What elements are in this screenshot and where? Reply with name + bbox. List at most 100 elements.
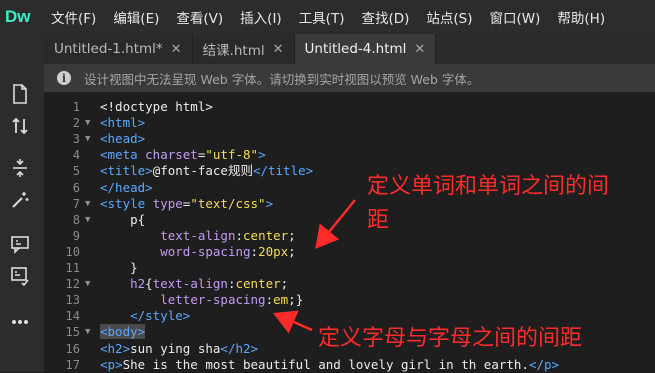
menu-edit[interactable]: 编辑(E) bbox=[113, 7, 159, 27]
code-token: text-align bbox=[152, 276, 228, 292]
format-icon[interactable] bbox=[8, 264, 32, 288]
code-token: </h2> bbox=[220, 340, 259, 356]
code-token: <h2> bbox=[100, 340, 131, 356]
comment-icon[interactable] bbox=[8, 232, 32, 256]
line-number: 4 bbox=[72, 148, 80, 163]
code-token: sun ying sha bbox=[130, 340, 221, 356]
code-token: type bbox=[152, 195, 183, 211]
menu-window[interactable]: 窗口(W) bbox=[490, 7, 541, 27]
code-line[interactable]: 17 <p>She is the most beautiful and lovel… bbox=[44, 357, 655, 373]
code-line[interactable]: 13 letter-spacing:em;} bbox=[44, 292, 655, 308]
code-text: </head> bbox=[100, 180, 153, 196]
menu-view[interactable]: 查看(V) bbox=[176, 7, 223, 27]
code-text: <meta charset="utf-8"> bbox=[100, 147, 266, 163]
tab-jieke[interactable]: 结课.html ✕ bbox=[193, 34, 295, 64]
code-token: </title> bbox=[252, 163, 314, 179]
code-text: <!doctype html> bbox=[100, 99, 213, 115]
menu-file[interactable]: 文件(F) bbox=[51, 7, 96, 27]
code-text: <title>@font-face规则</title> bbox=[100, 163, 313, 179]
code-text: <body> bbox=[100, 324, 146, 340]
fold-arrow-icon[interactable]: ▼ bbox=[85, 196, 90, 212]
code-token: word-spacing bbox=[160, 243, 251, 259]
left-toolbar bbox=[0, 34, 44, 372]
expand-icon[interactable] bbox=[8, 156, 32, 180]
code-text: text-align:center; bbox=[100, 227, 295, 244]
menu-insert[interactable]: 插入(I) bbox=[240, 7, 282, 27]
fold-arrow-icon[interactable]: ▼ bbox=[85, 276, 90, 292]
fold-arrow-icon[interactable]: ▼ bbox=[85, 131, 90, 147]
code-token: <!doctype html> bbox=[100, 99, 213, 114]
close-icon[interactable]: ✕ bbox=[414, 42, 425, 57]
code-token: @font-face规则 bbox=[152, 163, 253, 179]
menu-tools[interactable]: 工具(T) bbox=[299, 7, 345, 27]
code-token: > bbox=[265, 195, 274, 211]
line-number: 2 bbox=[72, 116, 80, 131]
code-token: ;} bbox=[288, 292, 304, 308]
line-number: 15 bbox=[65, 325, 80, 340]
code-text: </style> bbox=[100, 308, 190, 324]
code-token: <p> bbox=[100, 356, 123, 372]
code-line[interactable]: 2 ▼ <html> bbox=[44, 115, 655, 131]
code-text: <p>She is the most beautiful and lovely … bbox=[100, 357, 559, 373]
code-token: </style> bbox=[130, 308, 191, 324]
code-line[interactable]: 9 text-align:center; bbox=[44, 228, 655, 244]
code-token: "text/css" bbox=[190, 195, 266, 211]
code-line[interactable]: 3 ▼ <head> bbox=[44, 131, 655, 147]
info-message: 设计视图中无法呈现 Web 字体。请切换到实时视图以预览 Web 字体。 bbox=[84, 71, 480, 87]
code-token: 20px bbox=[258, 243, 289, 259]
code-token: charset bbox=[145, 147, 198, 163]
code-line[interactable]: 8 ▼ p{ bbox=[44, 212, 655, 228]
code-text: <h2>sun ying sha</h2> bbox=[100, 341, 258, 357]
tab-untitled-1[interactable]: Untitled-1.html* ✕ bbox=[44, 34, 193, 64]
close-icon[interactable]: ✕ bbox=[171, 42, 182, 57]
menu-site[interactable]: 站点(S) bbox=[426, 7, 472, 27]
code-line[interactable]: 4 <meta charset="utf-8"> bbox=[44, 147, 655, 163]
fold-arrow-icon[interactable]: ▼ bbox=[85, 115, 90, 131]
annotation-letter-spacing: 定义字母与字母之间的间距 bbox=[318, 326, 583, 351]
code-text: p{ bbox=[100, 212, 145, 228]
code-token: "utf-8" bbox=[205, 147, 259, 163]
close-icon[interactable]: ✕ bbox=[273, 42, 284, 57]
code-text: h2{text-align:center; bbox=[100, 276, 288, 292]
line-number: 1 bbox=[72, 100, 80, 114]
app-logo: Dw bbox=[5, 7, 31, 26]
code-text: <style type="text/css"> bbox=[100, 196, 273, 212]
code-token: : bbox=[235, 227, 244, 243]
code-text: <head> bbox=[100, 131, 145, 147]
code-token: </head> bbox=[100, 179, 153, 195]
code-line[interactable]: 10 word-spacing:20px; bbox=[44, 244, 655, 260]
file-icon[interactable] bbox=[8, 82, 32, 106]
menu-bar: Dw 文件(F) 编辑(E) 查看(V) 插入(I) 工具(T) 查找(D) 站… bbox=[0, 0, 655, 34]
line-number: 17 bbox=[65, 357, 80, 372]
menu-help[interactable]: 帮助(H) bbox=[557, 7, 605, 27]
tab-label: Untitled-4.html bbox=[304, 41, 407, 57]
line-number: 10 bbox=[65, 244, 80, 259]
code-token: : bbox=[265, 292, 274, 308]
code-line[interactable]: 11 } bbox=[44, 260, 655, 276]
document-tab-bar: Untitled-1.html* ✕ 结课.html ✕ Untitled-4.… bbox=[44, 34, 655, 64]
code-line[interactable]: 1 <!doctype html> bbox=[44, 99, 655, 115]
menu-find[interactable]: 查找(D) bbox=[361, 7, 409, 27]
sort-arrows-icon[interactable] bbox=[8, 114, 32, 138]
code-text: letter-spacing:em;} bbox=[100, 292, 303, 308]
code-text: word-spacing:20px; bbox=[100, 243, 295, 260]
line-number: 8 bbox=[72, 212, 80, 227]
code-token: <body> bbox=[100, 324, 146, 340]
code-line[interactable]: 12 ▼ h2{text-align:center; bbox=[44, 276, 655, 292]
code-text: <html> bbox=[100, 115, 145, 131]
info-bar: i 设计视图中无法呈现 Web 字体。请切换到实时视图以预览 Web 字体。 bbox=[44, 64, 655, 92]
code-token: She is the most beautiful and lovely gir… bbox=[122, 356, 529, 372]
code-token: p{ bbox=[100, 211, 146, 227]
wand-icon[interactable] bbox=[8, 188, 32, 212]
more-icon[interactable] bbox=[8, 310, 32, 334]
code-token: <title> bbox=[100, 163, 153, 179]
code-token: <html> bbox=[100, 115, 146, 131]
fold-arrow-icon[interactable]: ▼ bbox=[85, 212, 90, 228]
code-token: center bbox=[235, 276, 281, 292]
fold-arrow-icon[interactable]: ▼ bbox=[85, 324, 90, 340]
tab-untitled-4[interactable]: Untitled-4.html ✕ bbox=[294, 34, 437, 64]
